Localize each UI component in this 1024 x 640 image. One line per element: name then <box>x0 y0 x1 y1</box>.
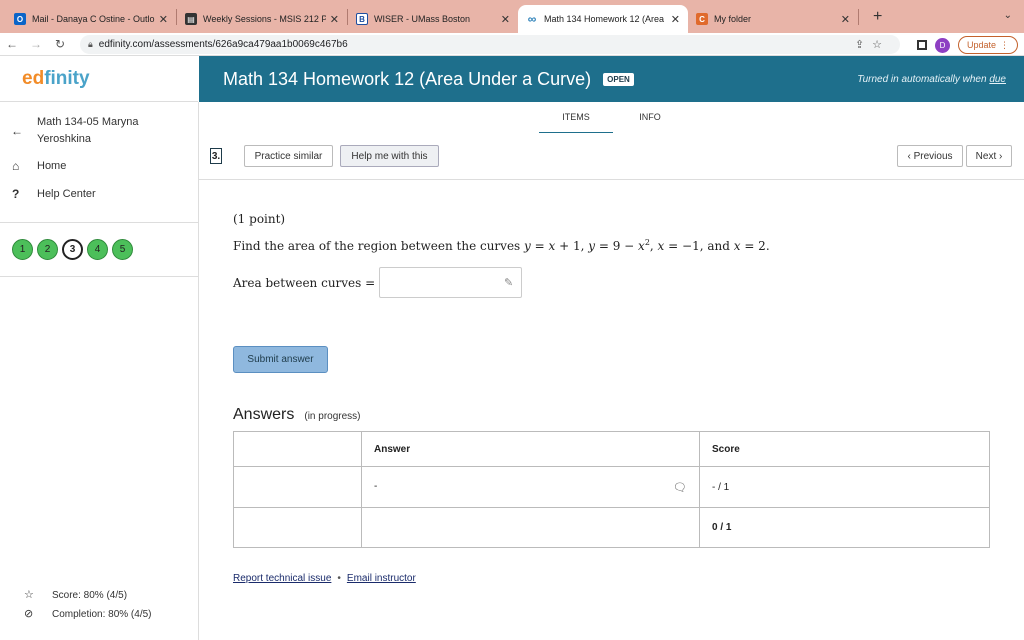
chevron-left-icon: ‹ <box>907 150 911 162</box>
new-tab-icon[interactable]: + <box>873 8 882 26</box>
share-star-icons[interactable]: ⇪☆ <box>855 38 890 51</box>
area-answer-input[interactable]: ✎ <box>379 267 523 298</box>
answers-heading: Answers (in progress) <box>233 406 361 423</box>
item-5[interactable]: 5 <box>112 239 133 260</box>
chevron-right-icon: › <box>999 150 1003 162</box>
next-button[interactable]: Next › <box>966 145 1012 167</box>
more-icon: ⋮ <box>1000 39 1009 50</box>
lock-icon: 🔒︎ <box>88 39 93 49</box>
sidebar-item-home[interactable]: ⌂ Home <box>0 152 198 180</box>
course-link[interactable]: ← Math 134-05 Maryna Yeroshkina <box>0 102 198 152</box>
close-icon[interactable]: ✕ <box>501 13 510 26</box>
answer-cell: - 🗨︎ <box>361 466 700 508</box>
update-button[interactable]: Update ⋮ <box>957 36 1018 54</box>
main-content: ITEMS INFO 3. Practice similar Help me w… <box>199 102 1024 640</box>
close-icon[interactable]: ✕ <box>671 13 680 26</box>
table-header-answer: Answer <box>361 431 700 467</box>
star-icon: ☆ <box>24 589 34 601</box>
email-instructor-link[interactable]: Email instructor <box>347 573 416 584</box>
view-tabs: ITEMS INFO <box>539 112 687 133</box>
sidebar-item-help-center[interactable]: ? Help Center <box>0 180 198 208</box>
browser-tab-outlook[interactable]: O Mail - Danaya C Ostine - Outlo ✕ <box>6 5 176 33</box>
chevron-down-icon[interactable]: ⌄ <box>1004 10 1012 21</box>
chegg-icon: C <box>696 13 708 25</box>
sidebar: ← Math 134-05 Maryna Yeroshkina ⌂ Home ?… <box>0 102 199 640</box>
close-icon[interactable]: ✕ <box>841 13 850 26</box>
previous-button[interactable]: ‹ Previous <box>897 145 963 167</box>
infinity-icon: ∞ <box>527 12 537 26</box>
question-number: 3. <box>210 148 222 164</box>
extension-icon[interactable] <box>916 40 927 50</box>
turned-in-note: Turned in automatically when due <box>857 73 1006 85</box>
browser-tab-wiser[interactable]: B WISER - UMass Boston ✕ <box>348 5 518 33</box>
url-field[interactable]: 🔒︎ edfinity.com/assessments/626a9ca479aa… <box>80 35 900 54</box>
forward-arrow-icon[interactable]: → <box>24 37 48 51</box>
edfinity-logo[interactable]: ed finity <box>0 56 198 102</box>
back-arrow-icon[interactable]: ← <box>11 123 23 140</box>
item-2[interactable]: 2 <box>37 239 58 260</box>
browser-address-bar: ← → ↻ 🔒︎ edfinity.com/assessments/626a9c… <box>0 33 1024 56</box>
item-1[interactable]: 1 <box>12 239 33 260</box>
status-badge: OPEN <box>603 72 634 86</box>
profile-avatar[interactable]: D <box>934 37 950 53</box>
back-arrow-icon[interactable]: ← <box>0 37 24 51</box>
answer-label: Area between curves = <box>233 275 376 290</box>
wiser-icon: B <box>356 13 368 25</box>
question-icon: ? <box>12 187 20 201</box>
browser-tab-myfolder[interactable]: C My folder ✕ <box>688 5 858 33</box>
check-circle-icon: ⊘ <box>24 608 34 620</box>
item-navigator: 1 2 3 4 5 <box>0 222 198 277</box>
browser-tab-math134[interactable]: ∞ Math 134 Homework 12 (Area U ✕ <box>518 5 688 33</box>
table-header <box>233 431 362 467</box>
question-toolbar: 3. Practice similar Help me with this ‹ … <box>199 142 1024 180</box>
close-icon[interactable]: ✕ <box>159 13 168 26</box>
points-label: (1 point) <box>233 212 286 226</box>
sessions-icon: ▤ <box>185 13 197 25</box>
table-header-score: Score <box>699 431 990 467</box>
practice-similar-button[interactable]: Practice similar <box>244 145 333 167</box>
answers-table: Answer Score - 🗨︎ - / 1 0 / 1 <box>233 431 990 548</box>
table-row: 0 / 1 <box>233 507 990 548</box>
item-4[interactable]: 4 <box>87 239 108 260</box>
browser-tab-sessions[interactable]: ▤ Weekly Sessions - MSIS 212 P ✕ <box>177 5 347 33</box>
comment-icon[interactable]: 🗨︎ <box>673 481 687 494</box>
question-body: (1 point) Find the area of the region be… <box>233 212 770 298</box>
tab-items[interactable]: ITEMS <box>539 112 613 133</box>
reload-icon[interactable]: ↻ <box>48 37 72 51</box>
submit-answer-button[interactable]: Submit answer <box>233 346 328 373</box>
close-icon[interactable]: ✕ <box>330 13 339 26</box>
due-link[interactable]: due <box>989 74 1006 85</box>
footer-links: Report technical issue • Email instructor <box>233 573 416 584</box>
help-me-button[interactable]: Help me with this <box>340 145 439 167</box>
question-text: Find the area of the region between the … <box>233 238 770 253</box>
progress-stats: ☆ Score: 80% (4/5) ⊘ Completion: 80% (4/5) <box>24 586 152 624</box>
home-icon: ⌂ <box>12 159 20 173</box>
outlook-icon: O <box>14 13 26 25</box>
table-row: - 🗨︎ - / 1 <box>233 466 990 508</box>
total-score-cell: 0 / 1 <box>699 507 990 548</box>
browser-tab-bar: O Mail - Danaya C Ostine - Outlo ✕ ▤ Wee… <box>0 0 1024 33</box>
report-issue-link[interactable]: Report technical issue <box>233 573 331 584</box>
tab-info[interactable]: INFO <box>613 112 687 133</box>
assignment-header: Math 134 Homework 12 (Area Under a Curve… <box>199 56 1024 102</box>
pencil-icon[interactable]: ✎ <box>504 276 513 289</box>
page-title: Math 134 Homework 12 (Area Under a Curve… <box>223 68 592 89</box>
item-3[interactable]: 3 <box>62 239 83 260</box>
score-cell: - / 1 <box>699 466 990 508</box>
